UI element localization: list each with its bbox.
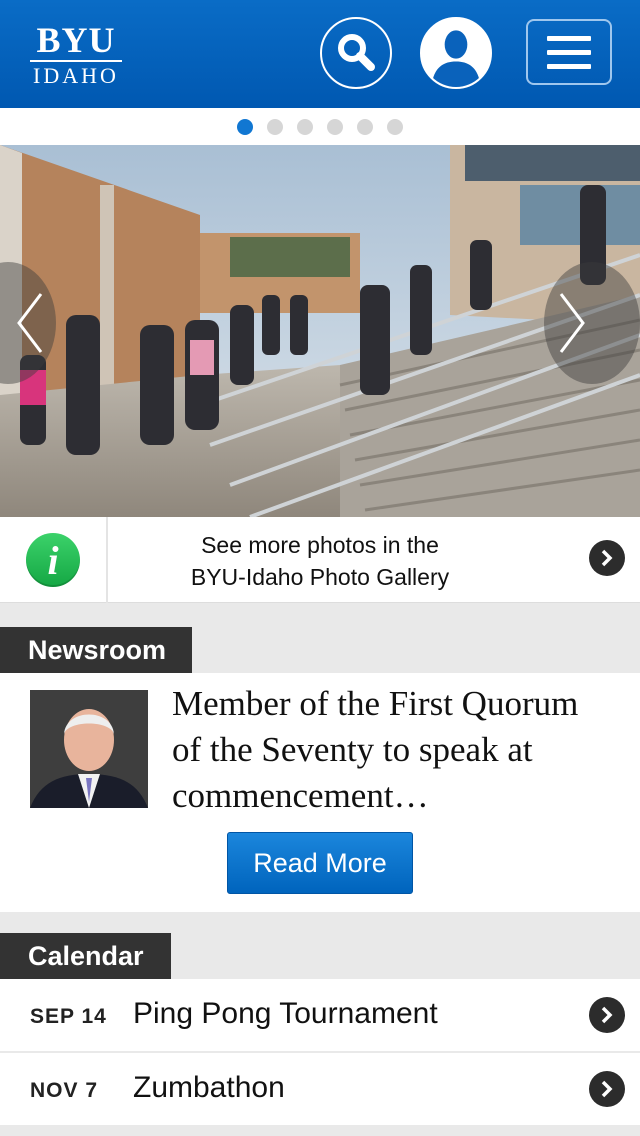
photo-gallery-line2: BYU-Idaho Photo Gallery bbox=[190, 564, 450, 590]
calendar-event-go-button[interactable] bbox=[589, 1071, 625, 1107]
photo-gallery-go-button[interactable] bbox=[589, 540, 625, 576]
read-more-button[interactable]: Read More bbox=[227, 832, 413, 894]
calendar-heading: Calendar bbox=[0, 933, 171, 979]
carousel-dot-5[interactable] bbox=[357, 118, 373, 135]
carousel-dot-2[interactable] bbox=[267, 118, 283, 135]
user-icon bbox=[431, 30, 481, 87]
byu-idaho-logo[interactable]: BYU IDAHO bbox=[28, 22, 124, 87]
info-icon-cell: i bbox=[0, 517, 108, 603]
calendar-event-title: Zumbathon bbox=[133, 1071, 285, 1104]
chevron-right-icon bbox=[601, 1006, 613, 1024]
hamburger-icon-line bbox=[547, 35, 591, 41]
logo-divider bbox=[30, 60, 122, 62]
logo-byu-text: BYU bbox=[36, 20, 116, 60]
carousel-dot-4[interactable] bbox=[327, 118, 343, 135]
hamburger-icon-line bbox=[547, 63, 591, 69]
app-header: BYU IDAHO bbox=[0, 0, 640, 108]
menu-button[interactable] bbox=[526, 19, 612, 85]
search-button[interactable] bbox=[320, 17, 392, 89]
newsroom-heading: Newsroom bbox=[0, 627, 192, 673]
profile-button[interactable] bbox=[420, 17, 492, 89]
calendar-event-date: SEP 14 bbox=[30, 1005, 107, 1028]
carousel-next-button[interactable] bbox=[544, 262, 640, 384]
calendar-event-go-button[interactable] bbox=[589, 997, 625, 1033]
chevron-right-icon bbox=[559, 293, 585, 353]
calendar-event-row[interactable]: SEP 14 Ping Pong Tournament bbox=[0, 979, 640, 1051]
chevron-right-icon bbox=[601, 1080, 613, 1098]
chevron-right-icon bbox=[601, 549, 613, 567]
info-icon: i bbox=[26, 533, 80, 587]
photo-gallery-link[interactable]: i See more photos in the BYU-Idaho Photo… bbox=[0, 517, 640, 603]
logo-idaho-text: IDAHO bbox=[33, 63, 119, 88]
carousel-dot-1[interactable] bbox=[237, 118, 253, 135]
news-headline[interactable]: Member of the First Quorum of the Sevent… bbox=[172, 681, 612, 819]
calendar-event-row[interactable]: NOV 7 Zumbathon bbox=[0, 1053, 640, 1125]
carousel-pagination bbox=[0, 108, 640, 145]
carousel-slide[interactable] bbox=[0, 145, 640, 517]
photo-gallery-line1: See more photos in the bbox=[201, 532, 439, 558]
calendar-event-date: NOV 7 bbox=[30, 1079, 99, 1102]
photo-gallery-text: See more photos in the BYU-Idaho Photo G… bbox=[140, 529, 500, 593]
carousel-dot-6[interactable] bbox=[387, 118, 403, 135]
carousel-dot-3[interactable] bbox=[297, 118, 313, 135]
hamburger-icon-line bbox=[547, 49, 591, 55]
news-card: Member of the First Quorum of the Sevent… bbox=[0, 673, 640, 912]
search-icon bbox=[338, 34, 375, 71]
chevron-left-icon bbox=[17, 293, 43, 353]
calendar-event-title: Ping Pong Tournament bbox=[133, 997, 438, 1030]
news-speaker-photo bbox=[30, 690, 148, 808]
